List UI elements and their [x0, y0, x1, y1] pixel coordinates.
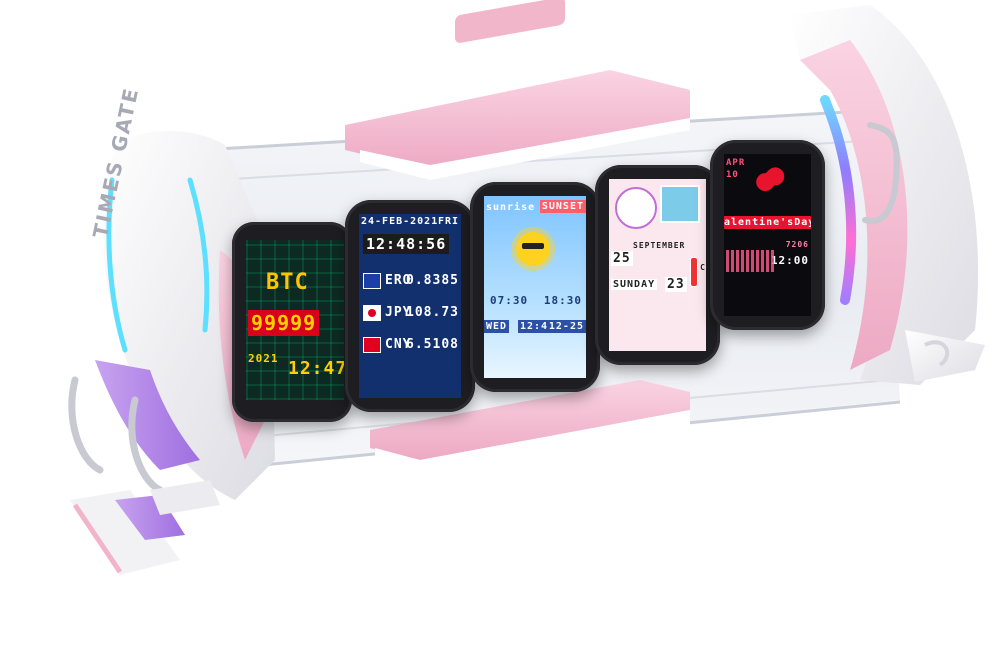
screen-calendar: 25 SEPTEMBER SUNDAY 23 C — [595, 165, 720, 365]
calendar-weekday: SUNDAY — [611, 279, 658, 290]
sunrise-time: 07:30 — [490, 294, 529, 307]
forex-value: 6.5108 — [406, 337, 459, 352]
calendar-display: 25 SEPTEMBER SUNDAY 23 C — [609, 179, 706, 351]
sunrise-label: sunrise — [486, 202, 536, 213]
forex-value: 0.8385 — [406, 273, 459, 288]
flag-eu-icon — [363, 273, 381, 289]
forex-value: 108.73 — [406, 305, 459, 320]
forex-display: 24-FEB-2021 FRI 12:48:56 ERO 0.8385 JPY … — [359, 214, 461, 398]
calendar-temp: 23 — [665, 277, 687, 292]
btc-price: 99999 — [248, 310, 320, 336]
forex-row: JPY 108.73 — [359, 302, 461, 328]
calendar-unit: C — [700, 263, 706, 272]
weather-date: 12-25 — [546, 320, 586, 333]
sunglasses-icon — [522, 243, 544, 249]
waveform-graphic — [726, 250, 774, 272]
btc-coin-label: BTC — [266, 270, 309, 295]
forex-row: CNY 6.5108 — [359, 334, 461, 360]
flag-jp-icon — [363, 305, 381, 321]
forex-weekday: FRI — [437, 216, 459, 227]
forex-date: 24-FEB-2021 — [361, 216, 439, 227]
sunset-label: SUNSET — [539, 200, 586, 213]
screen-weather: sunrise SUNSET 07:30 18:30 WED 12:47 12-… — [470, 182, 600, 392]
screen-forex: 24-FEB-2021 FRI 12:48:56 ERO 0.8385 JPY … — [345, 200, 475, 412]
clock-icon — [615, 187, 657, 229]
valentine-text: alentine'sDay — [724, 216, 811, 229]
flag-cn-icon — [363, 337, 381, 353]
valentine-day: 10 — [726, 170, 739, 180]
calendar-day: 25 — [611, 251, 633, 266]
valentine-month: APR — [726, 158, 746, 168]
valentine-time: 12:00 — [770, 254, 809, 267]
weather-weekday: WED — [484, 320, 510, 333]
valentine-small: 7206 — [785, 240, 809, 249]
thermometer-icon — [690, 257, 698, 287]
heart-icon — [752, 163, 788, 196]
btc-display: BTC 99999 2021 12:47 — [246, 240, 344, 400]
valentine-display: APR 10 alentine'sDay 7206 12:00 — [724, 154, 811, 316]
screen-valentine: APR 10 alentine'sDay 7206 12:00 — [710, 140, 825, 330]
sunset-time: 18:30 — [543, 294, 582, 307]
forex-time: 12:48:56 — [363, 234, 450, 254]
sun-icon — [516, 232, 550, 266]
screen-btc: BTC 99999 2021 12:47 — [232, 222, 352, 422]
btc-time: 12:47 — [288, 358, 344, 379]
btc-date: 2021 — [248, 352, 279, 365]
weather-display: sunrise SUNSET 07:30 18:30 WED 12:47 12-… — [484, 196, 586, 378]
forex-row: ERO 0.8385 — [359, 270, 461, 296]
calendar-month: SEPTEMBER — [633, 241, 686, 250]
map-icon — [660, 185, 700, 223]
